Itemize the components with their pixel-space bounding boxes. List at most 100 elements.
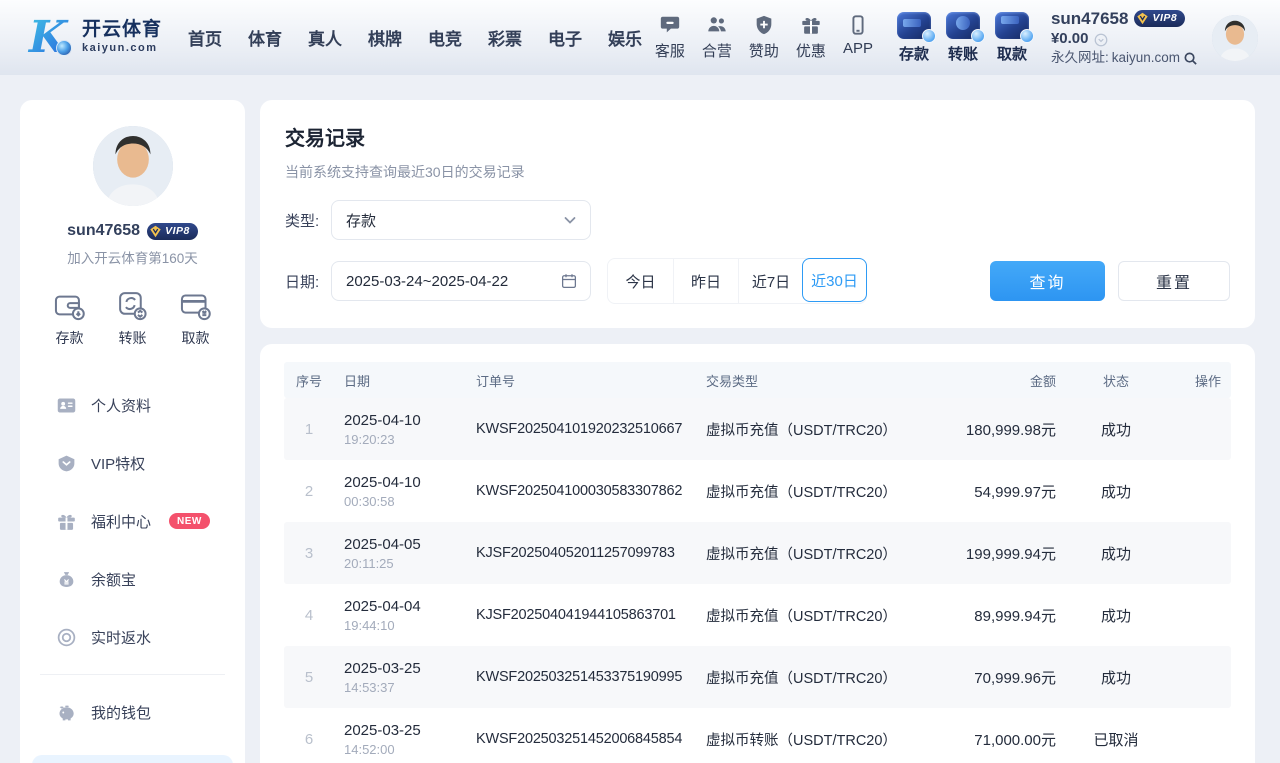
- user-avatar[interactable]: [1212, 15, 1258, 61]
- perma-url[interactable]: kaiyun.com: [1112, 50, 1180, 67]
- soccer-ball-icon: [56, 40, 72, 56]
- sidebar-item-transactions[interactable]: 交易记录: [32, 755, 233, 763]
- range-yesterday-button[interactable]: 昨日: [673, 259, 738, 303]
- nav-item[interactable]: 首页: [188, 25, 222, 50]
- transfer-shortcut[interactable]: 转账: [946, 12, 980, 64]
- page-body: sun47658 VIP8 加入开云体育第160天 存款 转账 取款: [0, 75, 1280, 763]
- row-status: 成功: [1066, 605, 1166, 626]
- range-today-button[interactable]: 今日: [608, 259, 673, 303]
- row-amount: 71,000.00元: [936, 729, 1066, 750]
- row-amount: 70,999.96元: [936, 667, 1066, 688]
- table-header: 序号 日期 订单号 交易类型 金额 状态 操作: [284, 362, 1231, 398]
- brand-logo[interactable]: K 开云体育 kaiyun.com: [22, 12, 162, 64]
- date-range-presets: 今日 昨日 近7日 近30日: [607, 258, 867, 304]
- search-icon[interactable]: [1183, 51, 1198, 66]
- row-datetime: 2025-03-25 14:52:00: [334, 722, 466, 757]
- row-time: 19:44:10: [344, 618, 456, 633]
- table-row[interactable]: 2 2025-04-10 00:30:58 KWSF20250410003058…: [284, 460, 1231, 522]
- table-row[interactable]: 1 2025-04-10 19:20:23 KWSF20250410192023…: [284, 398, 1231, 460]
- range-30days-button[interactable]: 近30日: [802, 258, 867, 302]
- vip-shield-icon: [149, 225, 162, 238]
- new-badge: NEW: [169, 513, 210, 529]
- username: sun47658: [1051, 8, 1129, 29]
- range-7days-button[interactable]: 近7日: [738, 259, 803, 303]
- balance-refresh-icon[interactable]: [1094, 33, 1108, 47]
- sidebar-deposit-action[interactable]: 存款: [53, 289, 86, 348]
- nav-item[interactable]: 电子: [548, 25, 582, 50]
- nav-item[interactable]: 娱乐: [608, 25, 642, 50]
- reset-button[interactable]: 重置: [1118, 261, 1230, 301]
- topbar-right: 客服 合营 赞助 优惠 APP 存款: [655, 8, 1258, 67]
- sidebar-divider: [40, 674, 225, 675]
- search-button[interactable]: 查询: [990, 261, 1105, 301]
- sidebar-item-welfare[interactable]: 福利中心 NEW: [20, 492, 245, 550]
- wallet-outline-icon: [53, 289, 86, 322]
- table-row[interactable]: 6 2025-03-25 14:52:00 KWSF20250325145200…: [284, 708, 1231, 763]
- row-order-number: KJSF202504052011257099783: [466, 545, 696, 561]
- row-status: 已取消: [1066, 729, 1166, 750]
- id-card-icon: [56, 395, 77, 416]
- partnership-link[interactable]: 合营: [702, 14, 732, 61]
- piggy-bank-icon: [56, 702, 77, 723]
- profile-avatar[interactable]: [93, 126, 173, 206]
- type-select-value: 存款: [346, 210, 562, 231]
- header-order: 订单号: [466, 371, 696, 390]
- row-status: 成功: [1066, 419, 1166, 440]
- partners-icon: [706, 14, 728, 36]
- sidebar-withdraw-action[interactable]: 取款: [179, 289, 212, 348]
- topbar: K 开云体育 kaiyun.com 首页 体育 真人 棋牌 电竞 彩票 电子 娱…: [0, 0, 1280, 75]
- row-transaction-type: 虚拟币充值（USDT/TRC20）: [696, 543, 936, 564]
- sidebar-transfer-action[interactable]: 转账: [116, 289, 149, 348]
- kaiyun-logo-icon: K: [22, 12, 74, 64]
- smartphone-icon: [847, 14, 869, 36]
- header-type: 交易类型: [696, 371, 936, 390]
- table-row[interactable]: 5 2025-03-25 14:53:37 KWSF20250325145337…: [284, 646, 1231, 708]
- type-filter-row: 类型: 存款: [285, 200, 1230, 240]
- sidebar-item-rebate[interactable]: 实时返水: [20, 608, 245, 666]
- balance-amount: ¥0.00: [1051, 30, 1089, 49]
- row-amount: 54,999.97元: [936, 481, 1066, 502]
- row-index: 2: [284, 483, 334, 500]
- table-body: 1 2025-04-10 19:20:23 KWSF20250410192023…: [284, 398, 1231, 763]
- nav-item[interactable]: 彩票: [488, 25, 522, 50]
- sidebar-item-yuebao[interactable]: 余额宝: [20, 550, 245, 608]
- withdraw-shortcut[interactable]: 取款: [995, 12, 1029, 64]
- customer-service-link[interactable]: 客服: [655, 14, 685, 61]
- sidebar-item-vip[interactable]: VIP特权: [20, 434, 245, 492]
- type-select[interactable]: 存款: [331, 200, 591, 240]
- row-order-number: KWSF202504101920232510667: [466, 421, 696, 437]
- row-amount: 180,999.98元: [936, 419, 1066, 440]
- nav-item[interactable]: 体育: [248, 25, 282, 50]
- nav-item[interactable]: 真人: [308, 25, 342, 50]
- row-datetime: 2025-04-05 20:11:25: [334, 536, 466, 571]
- row-order-number: KWSF202503251453375190995: [466, 669, 696, 685]
- table-row[interactable]: 4 2025-04-04 19:44:10 KJSF20250404194410…: [284, 584, 1231, 646]
- row-index: 6: [284, 731, 334, 748]
- vip-gem-icon: [56, 453, 77, 474]
- vip-shield-icon: [1136, 12, 1149, 25]
- row-order-number: KJSF202504041944105863701: [466, 607, 696, 623]
- row-index: 3: [284, 545, 334, 562]
- deposit-shortcut[interactable]: 存款: [897, 12, 931, 64]
- promotions-link[interactable]: 优惠: [796, 14, 826, 61]
- row-status: 成功: [1066, 667, 1166, 688]
- nav-item[interactable]: 电竞: [428, 25, 462, 50]
- row-date: 2025-04-05: [344, 536, 456, 553]
- withdraw-icon: [995, 12, 1029, 39]
- quick-links: 客服 合营 赞助 优惠 APP: [655, 14, 873, 61]
- sidebar-item-my-wallet[interactable]: 我的钱包: [20, 683, 245, 741]
- table-row[interactable]: 3 2025-04-05 20:11:25 KJSF20250405201125…: [284, 522, 1231, 584]
- row-datetime: 2025-04-04 19:44:10: [334, 598, 466, 633]
- app-download-link[interactable]: APP: [843, 14, 873, 61]
- row-amount: 199,999.94元: [936, 543, 1066, 564]
- nav-item[interactable]: 棋牌: [368, 25, 402, 50]
- brand-domain: kaiyun.com: [82, 43, 162, 55]
- transfer-outline-icon: [116, 289, 149, 322]
- sponsor-link[interactable]: 赞助: [749, 14, 779, 61]
- sidebar-item-profile[interactable]: 个人资料: [20, 376, 245, 434]
- date-label: 日期:: [285, 271, 331, 292]
- row-index: 4: [284, 607, 334, 624]
- date-range-input[interactable]: 2025-03-24~2025-04-22: [331, 261, 591, 301]
- row-order-number: KWSF202504100030583307862: [466, 483, 696, 499]
- perma-url-label: 永久网址:: [1051, 50, 1109, 67]
